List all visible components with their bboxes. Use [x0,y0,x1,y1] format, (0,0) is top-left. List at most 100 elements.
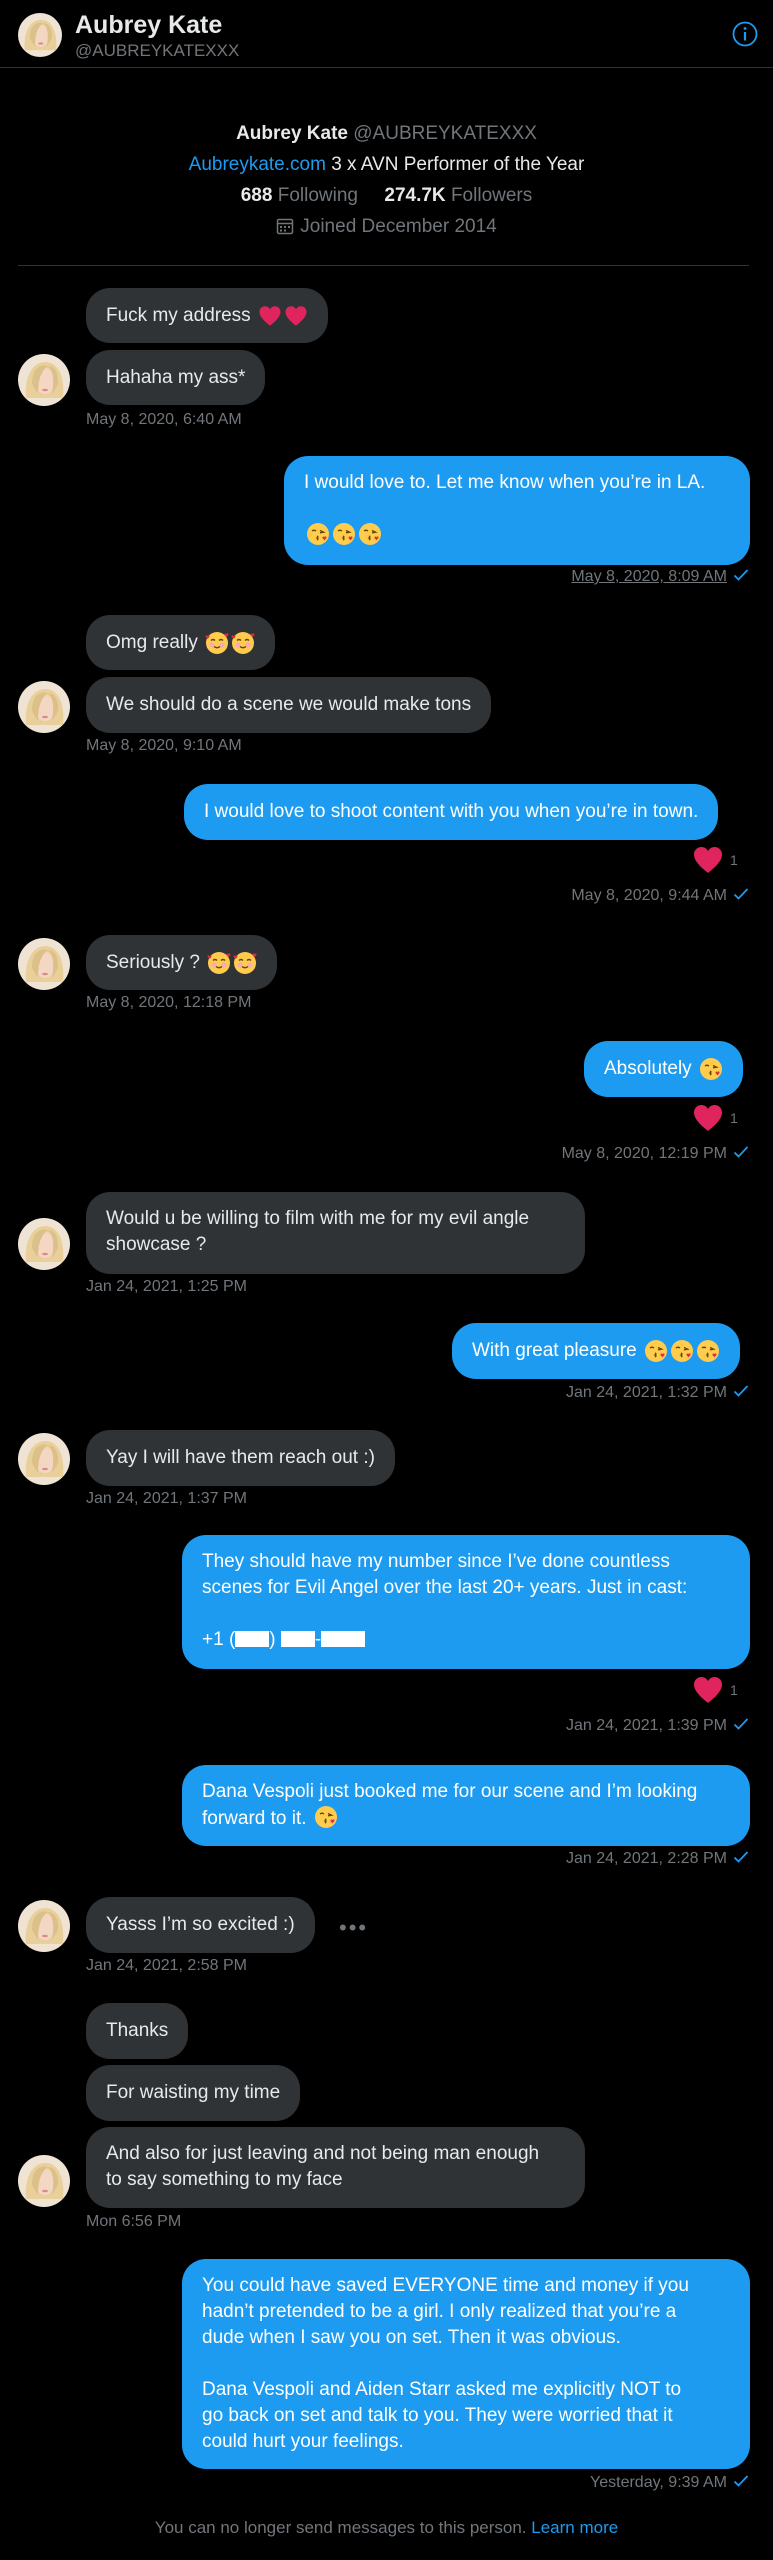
sender-avatar[interactable] [18,1218,70,1270]
message-outgoing[interactable]: They should have my number since I’ve do… [182,1535,750,1669]
profile-bio: Aubreykate.com 3 x AVN Performer of the … [0,154,773,176]
message-timestamp: Jan 24, 2021, 1:25 PM [86,1278,247,1295]
message-incoming[interactable]: Yasss I’m so excited :) [86,1897,315,1953]
divider [18,265,749,266]
kiss-emoji [699,1057,723,1081]
timestamp-text: May 8, 2020, 9:44 AM [571,887,727,904]
message-incoming[interactable]: Yay I will have them reach out :) [86,1430,395,1486]
message-outgoing[interactable]: I would love to. Let me know when you’re… [284,456,750,565]
message-timestamp[interactable]: Jan 24, 2021, 2:28 PM [566,1850,749,1868]
profile-bio-text: 3 x AVN Performer of the Year [325,154,585,175]
conversation-closed-notice: You can no longer send messages to this … [0,2518,773,2538]
message-text-line: scenes for Evil Angel over the last 20+ … [202,1577,688,1598]
kiss-emoji [306,522,330,546]
message-text-line: And also for just leaving and not being … [106,2143,540,2164]
message-text-line: Would u be willing to film with me for m… [106,1208,530,1229]
message-timestamp[interactable]: Jan 24, 2021, 1:39 PM [566,1717,749,1735]
message-text-line: could hurt your feelings. [202,2431,404,2452]
message-timestamp[interactable]: May 8, 2020, 9:44 AM [571,887,749,905]
reaction-count: 1 [730,852,738,868]
kiss-emoji [314,1805,338,1829]
message-text-line: forward to it. [202,1808,307,1829]
message-text-line: Dana Vespoli just booked me for our scen… [202,1781,698,1802]
sender-avatar[interactable] [18,2155,70,2207]
redaction-bar [235,1631,270,1647]
message-outgoing[interactable]: I would love to shoot content with you w… [184,784,719,840]
smiling-face-with-hearts-emoji [207,951,231,975]
message-outgoing[interactable]: You could have saved EVERYONE time and m… [182,2259,750,2469]
redacted-phone: +1 () - [202,1629,366,1650]
sent-check-icon [733,887,749,901]
sender-avatar[interactable] [18,1900,70,1952]
sent-check-icon [733,1717,749,1731]
message-outgoing[interactable]: Absolutely [584,1041,743,1097]
reaction[interactable]: 1 [692,845,738,875]
message-timestamp: May 8, 2020, 12:18 PM [86,994,252,1011]
message-timestamp[interactable]: May 8, 2020, 12:19 PM [562,1145,749,1163]
message-incoming[interactable]: And also for just leaving and not being … [86,2127,585,2208]
message-incoming[interactable]: Thanks [86,2003,189,2059]
profile-website-link[interactable]: Aubreykate.com [189,154,326,175]
following-label: Following [272,185,358,206]
phone-prefix: +1 ( [202,1629,236,1650]
message-timestamp[interactable]: Yesterday, 9:39 AM [590,2474,749,2492]
message-incoming[interactable]: Fuck my address [86,288,328,343]
redaction-bar [321,1631,366,1647]
heart-emoji [258,304,282,328]
message-timestamp[interactable]: May 8, 2020, 8:09 AM [571,568,749,586]
reaction[interactable]: 1 [692,1103,738,1133]
sent-check-icon [733,1145,749,1159]
message-text-line: go back on set and talk to you. They wer… [202,2405,673,2426]
message-incoming[interactable]: Seriously ? [86,935,278,990]
message-timestamp: May 8, 2020, 6:40 AM [86,411,242,428]
header-name[interactable]: Aubrey Kate [75,11,222,40]
timestamp-text: May 8, 2020, 8:09 AM [571,568,727,585]
following-stat[interactable]: 688 Following [241,185,358,206]
learn-more-link[interactable]: Learn more [531,2518,618,2537]
dm-conversation: Aubrey Kate @AUBREYKATEXXX Aubrey Kate @… [0,0,773,2560]
reaction-count: 1 [730,1110,738,1126]
more-options-icon[interactable]: ••• [339,1915,368,1941]
profile-name-line[interactable]: Aubrey Kate @AUBREYKATEXXX [0,123,773,145]
conversation-header: Aubrey Kate @AUBREYKATEXXX [0,0,773,68]
heart-emoji [284,304,308,328]
sent-check-icon [733,568,749,582]
sender-avatar[interactable] [18,1433,70,1485]
reaction[interactable]: 1 [692,1675,738,1705]
message-incoming[interactable]: Hahaha my ass* [86,350,266,405]
heart-reaction-icon [692,1103,724,1133]
message-text-line: You could have saved EVERYONE time and m… [202,2275,689,2296]
message-timestamp: May 8, 2020, 9:10 AM [86,737,242,754]
message-text-line: Dana Vespoli and Aiden Starr asked me ex… [202,2379,682,2400]
message-incoming[interactable]: Would u be willing to film with me for m… [86,1192,585,1274]
message-text: Yay I will have them reach out :) [106,1447,375,1468]
sent-check-icon [733,1384,749,1398]
header-avatar[interactable] [18,13,62,57]
message-text: For waisting my time [106,2082,281,2103]
message-text: Thanks [106,2020,169,2041]
kiss-emoji [670,1339,694,1363]
notice-text: You can no longer send messages to this … [154,2518,532,2537]
sender-avatar[interactable] [18,681,70,733]
message-text: Omg really [106,631,198,653]
message-incoming[interactable]: Omg really [86,615,276,670]
sender-avatar[interactable] [18,354,70,406]
message-incoming[interactable]: For waisting my time [86,2065,301,2121]
message-incoming[interactable]: We should do a scene we would make tons [86,677,492,733]
kiss-emoji [696,1339,720,1363]
message-text-line: hadn’t pretended to be a girl. I only re… [202,2301,677,2322]
info-icon[interactable] [731,20,759,48]
smiling-face-with-hearts-emoji [231,631,255,655]
message-outgoing[interactable]: Dana Vespoli just booked me for our scen… [182,1765,750,1846]
followers-stat[interactable]: 274.7K Followers [384,185,532,206]
sender-avatar[interactable] [18,938,70,990]
message-text-line: dude when I saw you on set. Then it was … [202,2327,621,2348]
message-timestamp[interactable]: Jan 24, 2021, 1:32 PM [566,1384,749,1402]
message-timestamp: Mon 6:56 PM [86,2213,182,2230]
profile-joined: Joined December 2014 [0,216,773,238]
message-text: I would love to shoot content with you w… [204,801,699,822]
kiss-emoji [358,522,382,546]
header-handle: @AUBREYKATEXXX [75,41,240,60]
message-outgoing[interactable]: With great pleasure [452,1323,741,1379]
profile-handle: @AUBREYKATEXXX [353,123,537,144]
